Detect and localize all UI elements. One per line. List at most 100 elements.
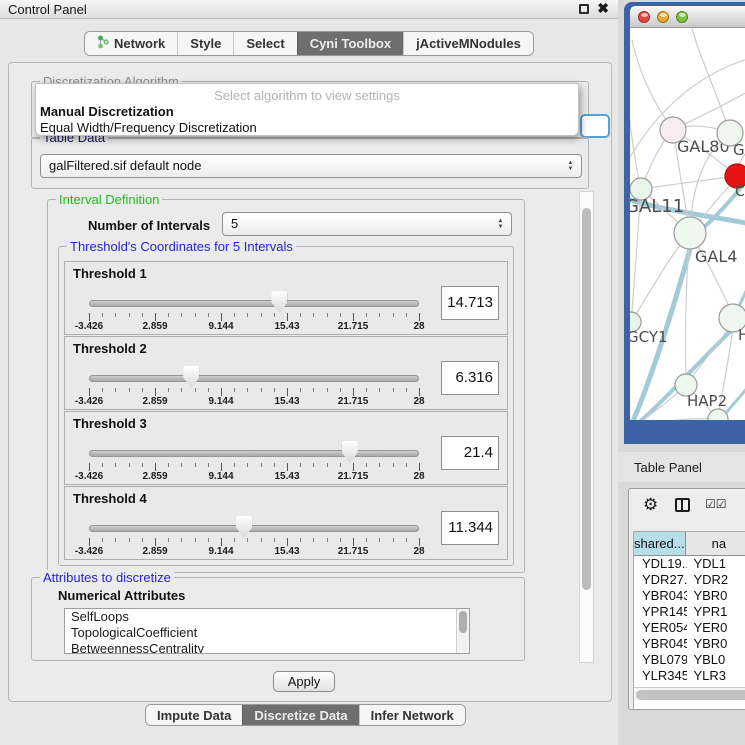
- threshold-slider-track[interactable]: [89, 525, 419, 532]
- tick-label: -3.426: [75, 471, 103, 482]
- tab-label: Cyni Toolbox: [310, 36, 391, 51]
- threshold-value-field[interactable]: 6.316: [441, 361, 499, 395]
- tick-mark: [353, 388, 354, 396]
- table-cell: YLR3: [687, 668, 745, 684]
- minimize-traffic-light[interactable]: [657, 11, 669, 23]
- tick-mark: [261, 313, 262, 317]
- tick-label: 2.859: [142, 321, 167, 332]
- tick-mark: [261, 538, 262, 542]
- tick-label: 28: [413, 471, 424, 482]
- table-column-header[interactable]: na: [686, 532, 745, 555]
- network-node-gal4[interactable]: [674, 217, 706, 249]
- settings-scrollbar-thumb[interactable]: [582, 208, 591, 590]
- tick-mark: [181, 388, 182, 392]
- table-row[interactable]: YDL19...YDL1: [634, 556, 745, 572]
- table-toolbar: ⚙ ☑☑: [629, 489, 745, 525]
- tick-mark: [142, 388, 143, 392]
- table-row[interactable]: YDR27...YDR2: [634, 572, 745, 588]
- tab-impute-data[interactable]: Impute Data: [146, 705, 242, 725]
- tick-mark: [89, 463, 90, 471]
- algorithm-option[interactable]: Equal Width/Frequency Discretization: [40, 120, 257, 135]
- tick-label: 15.43: [274, 471, 299, 482]
- number-of-intervals-combobox[interactable]: 5 ▲▼: [222, 212, 512, 236]
- gear-icon[interactable]: ⚙: [643, 495, 658, 515]
- close-traffic-light[interactable]: [638, 11, 650, 23]
- numerical-attributes-list[interactable]: SelfLoopsTopologicalCoefficientBetweenne…: [64, 608, 470, 654]
- settings-scrollbar[interactable]: [579, 191, 594, 663]
- table-row[interactable]: YBR043CYBR0: [634, 588, 745, 604]
- threshold-slider-thumb[interactable]: [236, 516, 252, 538]
- tick-mark: [195, 388, 196, 392]
- threshold-label: Threshold 2: [73, 341, 147, 356]
- tick-mark: [353, 463, 354, 471]
- attribute-list-item[interactable]: SelfLoops: [65, 609, 469, 625]
- table-row[interactable]: YPR145WYPR1: [634, 604, 745, 620]
- tick-mark: [89, 313, 90, 321]
- thresholds-list: Threshold 1-3.4262.8599.14415.4321.71528…: [64, 261, 508, 561]
- tick-mark: [247, 313, 248, 317]
- float-window-icon[interactable]: [579, 4, 589, 14]
- tab-discretize-data[interactable]: Discretize Data: [242, 705, 358, 725]
- tick-mark: [261, 463, 262, 467]
- apply-button[interactable]: Apply: [273, 671, 335, 692]
- table-column-header[interactable]: shared...: [634, 532, 686, 555]
- threshold-slider-track[interactable]: [89, 450, 419, 457]
- threshold-slider-thumb[interactable]: [342, 441, 358, 463]
- threshold-panel: Threshold 4-3.4262.8599.14415.4321.71528…: [64, 486, 508, 560]
- network-canvas[interactable]: GAL80GACGAL11GAL4GCY1HHAP2: [630, 28, 745, 420]
- tick-mark: [313, 313, 314, 317]
- network-edge[interactable]: [641, 176, 737, 189]
- tick-mark: [155, 388, 156, 396]
- table-hscrollbar[interactable]: [634, 687, 745, 701]
- split-columns-icon[interactable]: [675, 498, 690, 512]
- tab-style[interactable]: Style: [177, 32, 233, 55]
- table-row[interactable]: YBR045CYBR0: [634, 636, 745, 652]
- tick-mark: [208, 313, 209, 317]
- network-edge[interactable]: [630, 68, 641, 189]
- zoom-traffic-light[interactable]: [676, 11, 688, 23]
- algorithm-combobox[interactable]: [580, 114, 610, 138]
- network-node-label: GAL4: [695, 247, 737, 266]
- table-row[interactable]: YBL079WYBL0: [634, 652, 745, 668]
- numerical-attributes-label: Numerical Attributes: [58, 588, 185, 603]
- tick-label: -3.426: [75, 546, 103, 557]
- list-scrollbar-thumb[interactable]: [459, 611, 467, 633]
- algorithm-option[interactable]: Manual Discretization: [40, 104, 174, 119]
- threshold-slider-thumb[interactable]: [183, 366, 199, 388]
- tick-label: 28: [413, 321, 424, 332]
- tick-mark: [274, 463, 275, 467]
- threshold-value-field[interactable]: 21.4: [441, 436, 499, 470]
- network-node-label: GCY1: [630, 328, 668, 346]
- checked-checkboxes-icon[interactable]: ☑☑: [705, 497, 727, 511]
- list-scrollbar[interactable]: [456, 609, 469, 653]
- tab-select[interactable]: Select: [233, 32, 296, 55]
- close-icon[interactable]: ✖: [597, 0, 609, 17]
- threshold-value-field[interactable]: 14.713: [441, 286, 499, 320]
- network-edge[interactable]: [632, 40, 673, 130]
- table-row[interactable]: YER054CYER0: [634, 620, 745, 636]
- tick-mark: [234, 388, 235, 392]
- threshold-slider-track[interactable]: [89, 300, 419, 307]
- tab-jactivemnodules[interactable]: jActiveMNodules: [403, 32, 533, 55]
- attribute-list-item[interactable]: BetweennessCentrality: [65, 641, 469, 654]
- threshold-value-field[interactable]: 11.344: [441, 511, 499, 545]
- tab-cyni-toolbox[interactable]: Cyni Toolbox: [297, 32, 403, 55]
- threshold-slider-thumb[interactable]: [271, 291, 287, 313]
- tick-mark: [247, 463, 248, 467]
- table-data-combobox[interactable]: galFiltered.sif default node ▲▼: [40, 154, 582, 178]
- table-hscrollbar-thumb[interactable]: [636, 690, 745, 700]
- tab-infer-network[interactable]: Infer Network: [359, 705, 465, 725]
- table-cell: YDL1: [687, 556, 745, 572]
- threshold-slider-track[interactable]: [89, 375, 419, 382]
- tab-network[interactable]: Network: [85, 32, 177, 55]
- tick-mark: [300, 538, 301, 542]
- number-of-intervals-label: Number of Intervals: [88, 218, 210, 233]
- slider-ticks: [89, 538, 419, 546]
- network-node-label: GA: [733, 141, 745, 159]
- tick-mark: [142, 313, 143, 317]
- attribute-list-item[interactable]: TopologicalCoefficient: [65, 625, 469, 641]
- attributes-group: Attributes to discretize Numerical Attri…: [31, 577, 525, 661]
- panel-title: Control Panel: [8, 2, 87, 17]
- table-row[interactable]: YLR345WYLR3: [634, 668, 745, 684]
- table-cell: YBR045C: [634, 636, 687, 652]
